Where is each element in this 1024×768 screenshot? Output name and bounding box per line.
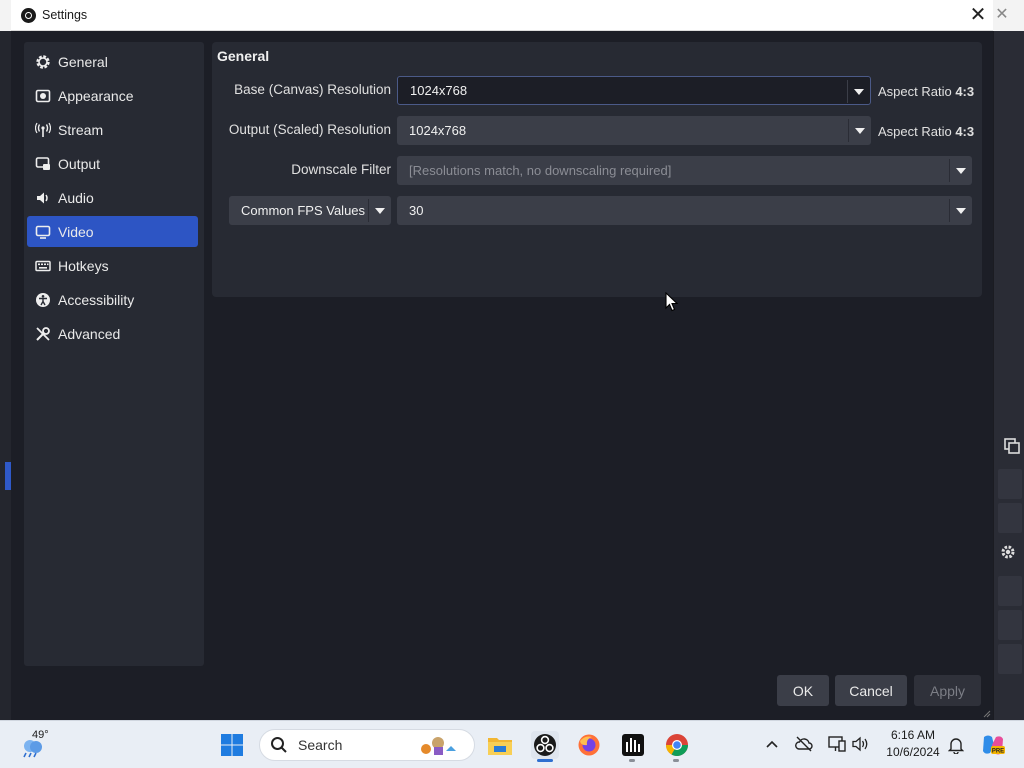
close-icon[interactable]: ✕: [967, 4, 989, 26]
apply-button[interactable]: Apply: [914, 675, 981, 706]
cancel-button[interactable]: Cancel: [835, 675, 907, 706]
sidebar-item-stream[interactable]: Stream: [27, 114, 198, 145]
windows-taskbar: 49° Search 6:16 AM 10/6/2024 PRE: [0, 720, 1024, 768]
accessibility-icon: [35, 292, 51, 308]
sidebar-item-label: Advanced: [58, 325, 121, 342]
downscale-filter-value: [Resolutions match, no downscaling requi…: [409, 163, 672, 178]
copilot-icon[interactable]: PRE: [980, 733, 1006, 757]
output-resolution-combobox[interactable]: 1024x768: [397, 116, 871, 145]
clock-time: 6:16 AM: [890, 728, 936, 742]
weather-temperature: 49°: [32, 729, 49, 741]
broadcast-icon: [35, 122, 51, 138]
base-aspect-ratio: Aspect Ratio 4:3: [878, 84, 975, 99]
fps-type-combobox[interactable]: Common FPS Values: [229, 196, 391, 225]
keyboard-icon: [35, 258, 51, 274]
dock-float-icon[interactable]: [1004, 438, 1020, 454]
search-icon: [271, 737, 287, 753]
search-placeholder: Search: [298, 737, 343, 753]
network-icon[interactable]: [828, 735, 846, 753]
sidebar-item-output[interactable]: Output: [27, 148, 198, 179]
output-resolution-value: 1024x768: [409, 123, 467, 138]
base-resolution-label: Base (Canvas) Resolution: [234, 82, 391, 97]
monitor-icon: [35, 224, 51, 240]
dock-slot[interactable]: [998, 610, 1022, 640]
sidebar-item-label: Accessibility: [58, 291, 135, 308]
sidebar-item-general[interactable]: General: [27, 46, 198, 77]
taskbar-clock[interactable]: 6:16 AM 10/6/2024: [880, 727, 946, 761]
chevron-down-icon[interactable]: [956, 168, 966, 174]
sidebar-item-advanced[interactable]: Advanced: [27, 318, 198, 349]
volume-icon[interactable]: [852, 736, 870, 752]
chevron-down-icon[interactable]: [854, 89, 864, 95]
sidebar-item-label: Output: [58, 155, 101, 172]
downscale-filter-label: Downscale Filter: [291, 162, 391, 177]
active-app-indicator: [537, 759, 553, 762]
taskbar-search-box[interactable]: Search: [259, 729, 475, 761]
file-explorer-icon[interactable]: [486, 731, 514, 759]
onedrive-offline-icon[interactable]: [795, 736, 813, 752]
tools-icon: [35, 326, 51, 342]
sidebar-item-label: Audio: [58, 189, 94, 206]
settings-sidebar: General Appearance Stream Output Audio V…: [24, 42, 204, 666]
chevron-down-icon[interactable]: [375, 208, 385, 214]
running-app-indicator: [629, 759, 635, 762]
settings-dialog: Settings ✕ General Appearance Stream Out…: [11, 0, 993, 720]
notification-bell-icon[interactable]: [948, 736, 964, 754]
gear-icon: [35, 54, 51, 70]
running-app-indicator: [673, 759, 679, 762]
sidebar-item-video[interactable]: Video: [27, 216, 198, 247]
obs-taskbar-icon[interactable]: [531, 731, 559, 759]
resize-grip-icon[interactable]: [981, 708, 991, 718]
sidebar-item-label: Appearance: [58, 87, 134, 104]
chrome-icon[interactable]: [663, 731, 691, 759]
chevron-down-icon[interactable]: [956, 208, 966, 214]
speaker-icon: [35, 190, 51, 206]
firefox-icon[interactable]: [575, 731, 603, 759]
output-resolution-label: Output (Scaled) Resolution: [228, 122, 391, 137]
output-aspect-ratio: Aspect Ratio 4:3: [878, 124, 975, 139]
fps-value: 30: [409, 203, 424, 218]
dialog-title: Settings: [42, 8, 88, 22]
obs-logo-icon: [21, 8, 36, 23]
sidebar-item-accessibility[interactable]: Accessibility: [27, 284, 198, 315]
dock-slot[interactable]: [998, 576, 1022, 606]
dock-slot[interactable]: [998, 644, 1022, 674]
mouse-cursor-icon: [665, 292, 679, 312]
sidebar-item-audio[interactable]: Audio: [27, 182, 198, 213]
dialog-titlebar: Settings ✕: [11, 0, 993, 31]
audio-app-icon[interactable]: [619, 731, 647, 759]
chevron-up-icon[interactable]: [766, 739, 778, 749]
output-icon: [35, 156, 51, 172]
dock-settings-gear-icon[interactable]: [1000, 544, 1016, 560]
search-highlight-icon: [421, 737, 456, 755]
sidebar-item-label: Video: [58, 223, 94, 240]
base-resolution-value: 1024x768: [410, 83, 468, 98]
appearance-icon: [35, 88, 51, 104]
chevron-down-icon[interactable]: [855, 128, 865, 134]
sidebar-item-label: General: [58, 53, 108, 70]
sidebar-item-label: Hotkeys: [58, 257, 109, 274]
video-general-panel: General Base (Canvas) Resolution 1024x76…: [212, 42, 982, 297]
main-window-right-dock: [993, 31, 1024, 720]
clock-date: 10/6/2024: [886, 745, 940, 759]
sidebar-item-label: Stream: [58, 121, 104, 138]
sidebar-item-hotkeys[interactable]: Hotkeys: [27, 250, 198, 281]
sidebar-item-appearance[interactable]: Appearance: [27, 80, 198, 111]
dock-slot[interactable]: [998, 469, 1022, 499]
fps-type-value: Common FPS Values: [241, 203, 366, 218]
svg-text:PRE: PRE: [992, 749, 1004, 755]
base-resolution-combobox[interactable]: 1024x768: [397, 76, 871, 105]
downscale-filter-combobox[interactable]: [Resolutions match, no downscaling requi…: [397, 156, 972, 185]
dock-slot[interactable]: [998, 503, 1022, 533]
section-title: General: [217, 48, 270, 64]
fps-value-combobox[interactable]: 30: [397, 196, 972, 225]
ok-button[interactable]: OK: [777, 675, 829, 706]
main-window-close-icon[interactable]: ✕: [992, 5, 1012, 25]
windows-start-icon[interactable]: [220, 733, 244, 757]
